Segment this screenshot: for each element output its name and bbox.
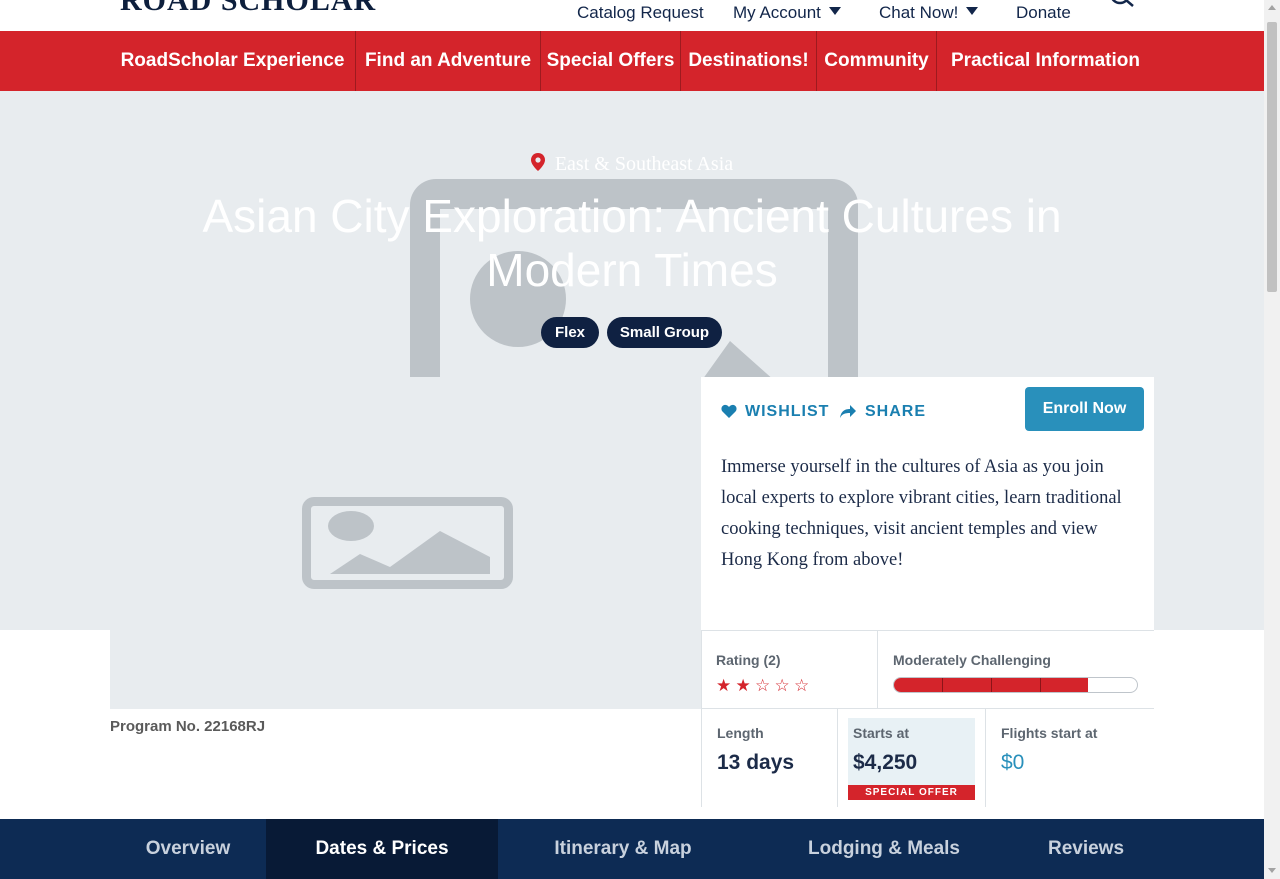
share-arrow-icon [840,405,856,418]
rating-label[interactable]: Rating (2) [716,652,781,668]
nav-community[interactable]: Community [817,31,936,91]
nav-special-offers[interactable]: Special Offers [541,31,680,91]
enroll-now-button[interactable]: Enroll Now [1025,387,1144,431]
chat-now-label: Chat Now! [879,3,959,22]
stats-divider [985,709,986,807]
chevron-down-icon [828,7,841,15]
nav-roadscholar-experience[interactable]: RoadScholar Experience [110,31,355,91]
star-filled-icon: ★ [735,676,751,695]
nav-destinations[interactable]: Destinations! [681,31,816,91]
wishlist-button[interactable]: WISHLIST [721,403,829,421]
destination-region[interactable]: East & Southeast Asia [0,153,1264,176]
difficulty-label[interactable]: Moderately Challenging [893,652,1051,668]
flights-value[interactable]: $0 [1001,751,1024,775]
scroll-up-icon[interactable] [1268,5,1276,10]
stats-divider [701,630,1154,631]
difficulty-meter-segment [942,678,943,692]
price-value: $4,250 [853,751,918,774]
stats-divider [701,708,1154,709]
scroll-down-icon[interactable] [1268,868,1276,873]
program-image[interactable] [110,377,701,709]
destination-region-label: East & Southeast Asia [554,153,734,175]
tab-reviews[interactable]: Reviews [1020,819,1152,879]
badge-flex[interactable]: Flex [541,317,599,348]
nav-practical-information[interactable]: Practical Information [937,31,1154,91]
stats-divider [877,631,878,708]
tab-overview[interactable]: Overview [110,819,266,879]
tab-dates-prices[interactable]: Dates & Prices [266,819,498,879]
program-description: Immerse yourself in the cultures of Asia… [721,457,1122,570]
star-empty-icon: ☆ [755,676,771,695]
length-label: Length [717,725,764,741]
flights-label: Flights start at [1001,725,1098,741]
program-tab-bar: Overview Dates & Prices Itinerary & Map … [0,819,1264,879]
program-number: Program No. 22168RJ [110,718,266,735]
star-empty-icon: ☆ [794,676,810,695]
program-title: Asian City Exploration: Ancient Cultures… [202,190,1062,296]
badge-small-group[interactable]: Small Group [607,317,722,348]
star-filled-icon: ★ [716,676,732,695]
difficulty-meter [893,677,1138,693]
share-label: SHARE [865,403,927,420]
map-pin-icon [530,153,545,171]
star-empty-icon: ☆ [774,676,790,695]
page-scrollbar[interactable] [1264,0,1280,879]
nav-find-an-adventure[interactable]: Find an Adventure [356,31,540,91]
tab-lodging-meals[interactable]: Lodging & Meals [748,819,1020,879]
image-placeholder-mountain [330,531,490,574]
donate-link[interactable]: Donate [1016,2,1071,24]
wishlist-label: WISHLIST [745,403,830,420]
utility-bar: ROAD SCHOLAR Catalog Request My Account … [0,0,1264,31]
share-button[interactable]: SHARE [839,403,926,421]
stats-divider [701,631,702,807]
heart-icon [721,404,737,418]
main-nav: RoadScholar Experience Find an Adventure… [0,31,1264,91]
catalog-request-link[interactable]: Catalog Request [577,2,704,24]
my-account-label: My Account [733,3,821,22]
road-scholar-logo[interactable]: ROAD SCHOLAR [120,0,376,16]
my-account-menu[interactable]: My Account [733,2,841,24]
tab-itinerary-map[interactable]: Itinerary & Map [498,819,748,879]
difficulty-meter-segment [991,678,992,692]
chat-now-menu[interactable]: Chat Now! [879,2,979,24]
difficulty-meter-segment [1040,678,1041,692]
scrollbar-thumb[interactable] [1267,22,1277,292]
stats-divider [837,709,838,807]
price-label: Starts at [853,725,910,741]
length-value: 13 days [717,751,795,774]
chevron-down-icon [966,7,979,15]
search-icon[interactable] [1108,0,1136,14]
special-offer-tag[interactable]: SPECIAL OFFER [848,785,975,800]
